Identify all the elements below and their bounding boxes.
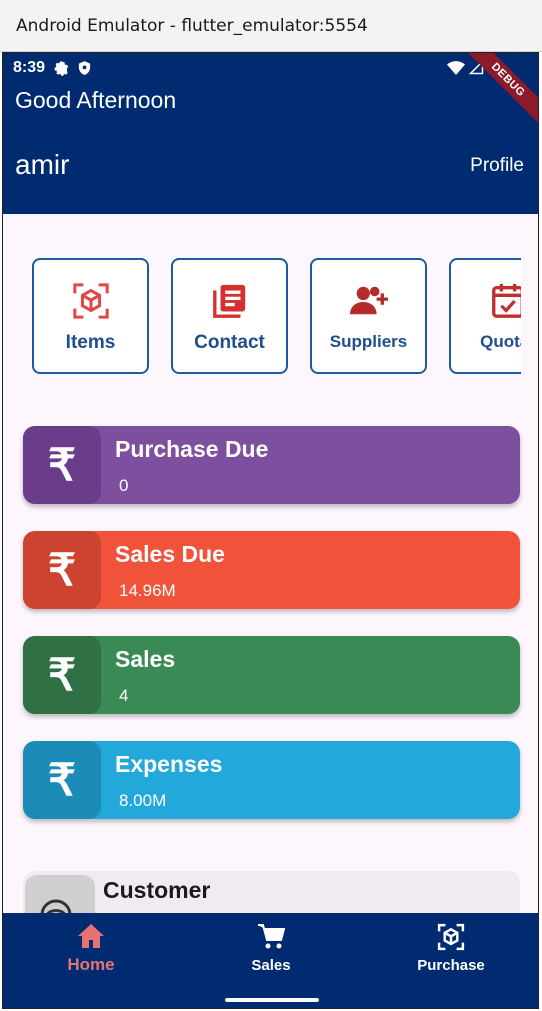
stat-card-sales-due[interactable]: ₹ Sales Due 14.96M (23, 531, 520, 609)
stat-value: 4 (119, 686, 129, 705)
stat-card-expenses[interactable]: ₹ Expenses 8.00M (23, 741, 520, 819)
rupee-icon: ₹ (23, 426, 101, 504)
window-titlebar: Android Emulator - flutter_emulator:5554 (0, 0, 542, 52)
nav-label: Sales (251, 957, 291, 974)
stat-title: Expenses (115, 751, 223, 777)
stat-title: Sales (115, 646, 176, 672)
nav-home[interactable]: Home (21, 923, 161, 975)
shield-icon (78, 61, 91, 75)
window-title: Android Emulator - flutter_emulator:5554 (16, 16, 368, 36)
profile-button[interactable]: Profile (470, 155, 524, 177)
stat-title: Sales Due (115, 541, 225, 567)
rupee-icon: ₹ (23, 741, 101, 819)
stat-card-purchase-due[interactable]: ₹ Purchase Due 0 (23, 426, 520, 504)
phone-screen: 8:39 DEBUG Good Afternoon amir Profile I… (2, 52, 539, 1009)
gesture-bar (225, 998, 319, 1002)
greeting-text: Good Afternoon (15, 87, 177, 113)
nav-purchase[interactable]: Purchase (381, 923, 521, 974)
rupee-icon: ₹ (23, 636, 101, 714)
stat-value: 14.96M (119, 581, 176, 600)
quick-action-label: Items (65, 332, 116, 353)
cart-icon (258, 924, 285, 949)
app-header: 8:39 DEBUG Good Afternoon amir Profile (3, 53, 538, 214)
contact-book-icon (212, 284, 245, 318)
quick-action-quotation[interactable]: Quotat (449, 258, 521, 374)
quick-action-label: Quotat (480, 332, 521, 351)
nav-label: Purchase (417, 957, 485, 974)
nav-label: Home (67, 955, 115, 974)
status-bar: 8:39 (13, 59, 92, 77)
quick-action-items[interactable]: Items (32, 258, 149, 374)
stat-value: 8.00M (119, 791, 167, 810)
status-time: 8:39 (13, 59, 46, 76)
quick-action-label: Suppliers (329, 332, 408, 351)
stat-title: Purchase Due (115, 436, 269, 462)
username-text: amir (15, 149, 70, 180)
cube-scan-icon (437, 923, 465, 951)
cube-scan-icon (72, 283, 109, 319)
nav-sales[interactable]: Sales (201, 923, 341, 974)
home-icon (78, 924, 104, 948)
rupee-icon: ₹ (23, 531, 101, 609)
settings-gear-icon (54, 61, 69, 76)
quick-action-label: Contact (194, 332, 265, 353)
quick-action-suppliers[interactable]: Suppliers (310, 258, 427, 374)
bottom-navigation: Home Sales Purchase (3, 913, 538, 1008)
quick-action-contact[interactable]: Contact (171, 258, 288, 374)
customer-title: Customer (103, 877, 211, 903)
stat-card-sales[interactable]: ₹ Sales 4 (23, 636, 520, 714)
stat-value: 0 (119, 476, 129, 495)
calendar-check-icon (491, 283, 521, 318)
quick-actions-row[interactable]: Items Contact Suppliers Quot (3, 258, 521, 374)
wifi-icon (447, 60, 465, 75)
add-user-icon (349, 286, 388, 315)
